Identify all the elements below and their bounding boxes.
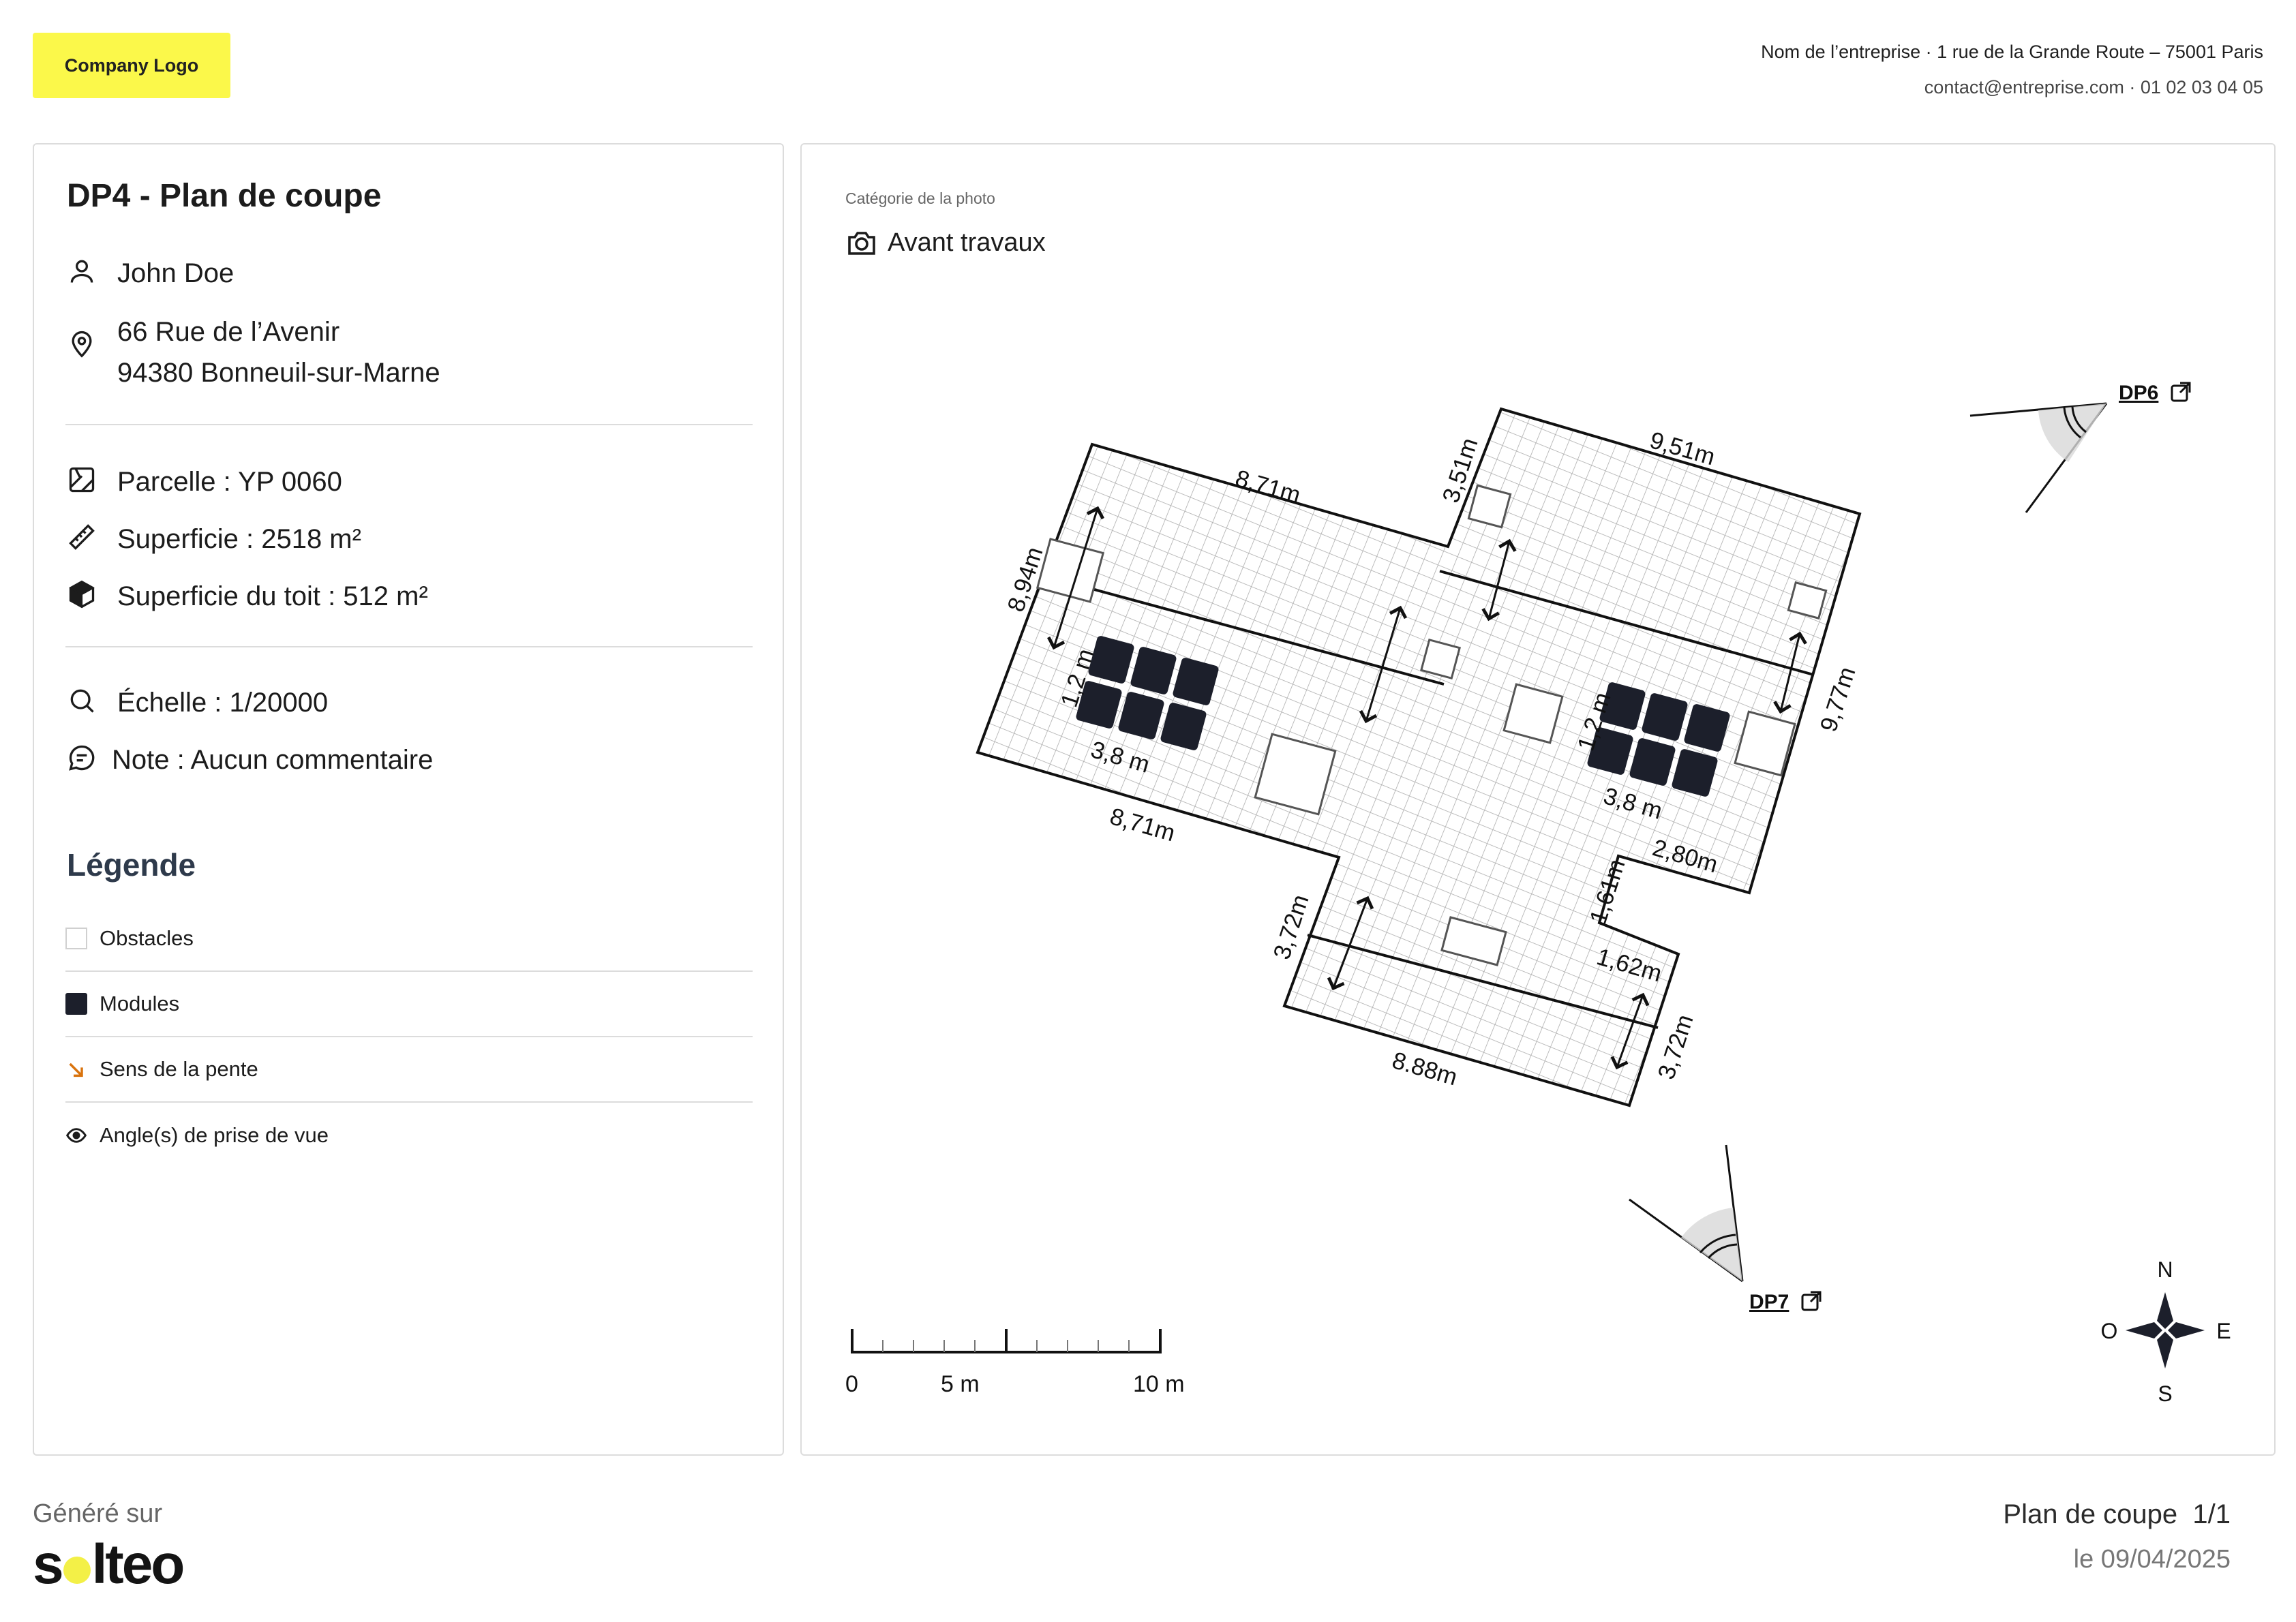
dim-label: 8,71m <box>1107 803 1178 846</box>
legend-label: Angle(s) de prise de vue <box>100 1123 329 1147</box>
compass-west: O <box>2101 1319 2118 1343</box>
doc-date: le 09/04/2025 <box>2073 1545 2231 1574</box>
client-row: John Doe <box>67 256 234 294</box>
company-info: Nom de l’entreprise · 1 rue de la Grande… <box>1761 34 2263 105</box>
dim-label: 9,77m <box>1815 664 1861 735</box>
client-name: John Doe <box>117 258 235 288</box>
obstacle-swatch <box>65 928 87 949</box>
external-link-icon[interactable] <box>2171 382 2191 402</box>
echelle-value: Échelle : 1/20000 <box>117 688 329 718</box>
view-angle-dp6: DP6 <box>1969 382 2191 513</box>
comment-icon <box>67 743 101 777</box>
solteo-logo: s lteo <box>33 1533 185 1595</box>
note-row: Note : Aucun commentaire <box>67 743 433 780</box>
location-pin-icon <box>67 328 101 363</box>
view-label[interactable]: DP7 <box>1749 1291 1789 1313</box>
company-logo: Company Logo <box>33 33 230 98</box>
address-row: 66 Rue de l’Avenir 94380 Bonneuil-sur-Ma… <box>67 315 440 393</box>
module-swatch <box>65 993 87 1015</box>
legend-obstacles: Obstacles <box>65 906 753 972</box>
plan-card: Catégorie de la photo Avant travaux 8,71… <box>800 143 2276 1456</box>
legend-label: Obstacles <box>100 926 194 950</box>
address-line2: 94380 Bonneuil-sur-Marne <box>117 358 440 388</box>
user-icon <box>67 256 101 290</box>
legend-title: Légende <box>67 847 196 883</box>
compass-south: S <box>2158 1381 2172 1406</box>
compass-east: E <box>2216 1319 2231 1343</box>
scale-end: 10 m <box>1133 1371 1185 1397</box>
obstacle <box>1467 484 1512 529</box>
legend-label: Modules <box>100 992 180 1015</box>
note-value: Note : Aucun commentaire <box>112 745 434 775</box>
divider <box>65 646 753 647</box>
legend-view-angles: Angle(s) de prise de vue <box>65 1103 753 1168</box>
roof-box-icon <box>67 579 101 613</box>
echelle-row: Échelle : 1/20000 <box>67 686 328 723</box>
superficie-row: Superficie : 2518 m² <box>67 522 361 560</box>
superficie-toit-row: Superficie du toit : 512 m² <box>67 579 428 617</box>
roof-plan: 8,71m 3,51m 9,51m 8,94m 1,2 m 3,8 m 8,71… <box>845 382 2231 1406</box>
compass-rose: N S E O <box>2101 1257 2231 1406</box>
divider <box>65 424 753 425</box>
parcelle-row: Parcelle : YP 0060 <box>67 465 342 502</box>
scale-mid: 5 m <box>941 1371 980 1397</box>
parcel-map-icon <box>67 465 101 499</box>
view-angle-dp7: DP7 <box>1629 1144 1822 1313</box>
legend-modules: Modules <box>65 972 753 1037</box>
superficie-toit-value: Superficie du toit : 512 m² <box>117 581 428 611</box>
page-title: DP4 - Plan de coupe <box>67 178 382 214</box>
scale-bar: 0 5 m 10 m <box>845 1329 1185 1397</box>
obstacle <box>1419 638 1462 680</box>
slope-arrow-icon <box>65 1058 87 1080</box>
ruler-icon <box>67 522 101 556</box>
generated-label: Généré sur <box>33 1499 163 1528</box>
eye-icon <box>65 1124 87 1146</box>
footer-brand: Généré sur s lteo <box>33 1499 185 1597</box>
info-card: DP4 - Plan de coupe John Doe 66 Rue de l… <box>33 143 784 1456</box>
company-address: Nom de l’entreprise · 1 rue de la Grande… <box>1761 42 2263 62</box>
footer-doc-info: Plan de coupe 1/1 le 09/04/2025 <box>2003 1499 2231 1574</box>
company-contact: contact@entreprise.com · 01 02 03 04 05 <box>1924 77 2263 97</box>
parcelle-value: Parcelle : YP 0060 <box>117 467 342 497</box>
external-link-icon[interactable] <box>1801 1291 1822 1311</box>
legend-label: Sens de la pente <box>100 1057 258 1081</box>
view-label[interactable]: DP6 <box>2119 382 2158 404</box>
scale-zero: 0 <box>845 1371 858 1397</box>
zoom-icon <box>67 686 101 720</box>
legend-slope: Sens de la pente <box>65 1037 753 1103</box>
superficie-value: Superficie : 2518 m² <box>117 524 361 554</box>
dim-label: 3,72m <box>1653 1011 1699 1083</box>
compass-north: N <box>2157 1257 2173 1282</box>
doc-name: Plan de coupe 1/1 <box>2003 1499 2231 1529</box>
address-line1: 66 Rue de l’Avenir <box>117 317 340 347</box>
